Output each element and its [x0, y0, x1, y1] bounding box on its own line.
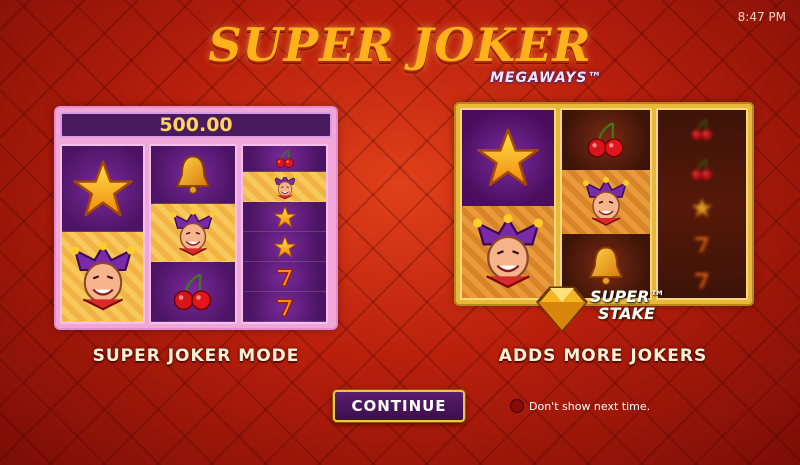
super-stake-line1: SUPER™	[590, 287, 666, 306]
star-symbol	[243, 232, 326, 262]
reel-1	[460, 108, 556, 300]
joker-symbol	[151, 204, 235, 262]
spinning-reel	[658, 110, 746, 298]
joker-symbol	[562, 170, 650, 234]
seven-symbol	[243, 292, 326, 322]
super-stake-line2: STAKE	[598, 304, 655, 323]
reel-1	[60, 144, 145, 324]
super-stake-badge: SUPER™ STAKE	[532, 284, 682, 334]
cherry-symbol	[243, 146, 326, 172]
joker-symbol	[62, 232, 143, 322]
reel-3-spinning	[656, 108, 748, 300]
cherry-symbol	[562, 110, 650, 170]
dont-show-label: Don't show next time.	[529, 399, 651, 413]
win-amount: 500.00	[60, 112, 332, 138]
joker-symbol	[243, 172, 326, 202]
left-caption: SUPER JOKER MODE	[92, 346, 300, 366]
star-symbol	[243, 202, 326, 232]
game-logo: SUPER JOKER MEGAWAYS™	[0, 18, 800, 86]
reel-3	[241, 144, 328, 324]
logo-title: SUPER JOKER	[208, 18, 592, 72]
star-symbol	[462, 110, 554, 206]
bell-symbol	[151, 146, 235, 204]
reel-2	[560, 108, 652, 300]
dont-show-option[interactable]: Don't show next time.	[510, 399, 650, 413]
logo-subtitle: MEGAWAYS™	[490, 70, 603, 86]
dont-show-radio[interactable]	[510, 399, 524, 413]
super-joker-mode-preview: 500.00	[56, 108, 336, 328]
seven-symbol	[243, 262, 326, 292]
right-caption: ADDS MORE JOKERS	[498, 346, 708, 366]
reel-2	[149, 144, 237, 324]
cherry-symbol	[151, 262, 235, 322]
continue-button[interactable]: CONTINUE	[333, 390, 465, 422]
more-jokers-preview	[456, 104, 752, 304]
gem-icon	[536, 286, 588, 333]
star-symbol	[62, 146, 143, 232]
